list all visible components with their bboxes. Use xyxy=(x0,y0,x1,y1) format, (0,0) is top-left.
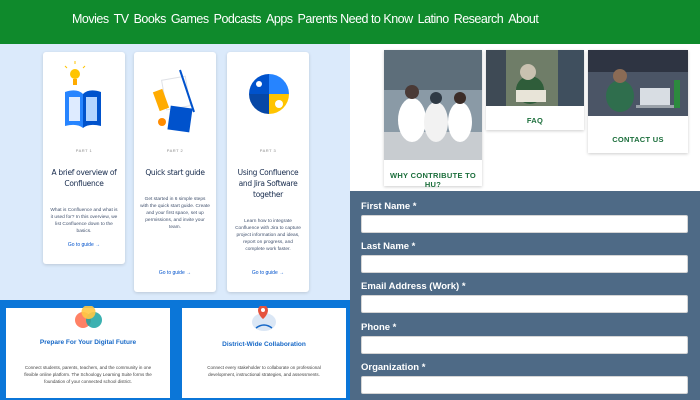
contact-form: First Name * Last Name * Email Address (… xyxy=(350,191,700,400)
faq-label[interactable]: FAQ xyxy=(486,116,584,125)
organization-input[interactable] xyxy=(361,376,688,394)
nav-item-books[interactable]: Books xyxy=(134,12,167,26)
connect-people-icon xyxy=(72,305,106,332)
first-name-field: First Name * xyxy=(361,201,688,233)
email-input[interactable] xyxy=(361,295,688,313)
guide-title: Using Confluence and Jira Software toget… xyxy=(237,168,299,199)
email-label: Email Address (Work) * xyxy=(361,281,466,292)
first-name-input[interactable] xyxy=(361,215,688,233)
nav-item-movies[interactable]: Movies xyxy=(72,12,109,26)
guide-part-label: PART 3 xyxy=(259,148,277,153)
guide-title: Quick start guide xyxy=(145,168,205,177)
nav-item-apps[interactable]: Apps xyxy=(266,12,293,26)
organization-label: Organization * xyxy=(361,362,426,373)
feature-title: Prepare For Your Digital Future xyxy=(39,339,137,346)
last-name-label: Last Name * xyxy=(361,241,416,252)
lab-researchers-photo xyxy=(384,50,482,160)
email-field: Email Address (Work) * xyxy=(361,281,688,313)
hu-links-section: WHY CONTRIBUTE TO HU? FAQ CONTACT US xyxy=(350,44,700,191)
guide-description: Learn how to integrate Confluence with J… xyxy=(235,219,301,252)
map-pin-icon xyxy=(248,305,278,334)
notebook-pen-illustration xyxy=(134,52,216,142)
guide-part-label: PART 1 xyxy=(75,148,93,153)
phone-input[interactable] xyxy=(361,336,688,354)
guide-description: What is Confluence and what is it used f… xyxy=(50,208,118,234)
nav-item-tv[interactable]: TV xyxy=(114,12,129,26)
feature-title: District-Wide Collaboration xyxy=(222,341,306,348)
last-name-input[interactable] xyxy=(361,255,688,273)
features-section: Prepare For Your Digital Future Connect … xyxy=(0,300,350,400)
guides-section: PART 1 A brief overview of Confluence Wh… xyxy=(0,44,350,300)
book-lightbulb-illustration xyxy=(43,52,125,142)
laptop-worker-photo xyxy=(588,50,688,116)
feature-description: Connect students, parents, teachers, and… xyxy=(24,365,152,384)
guide-part-label: PART 2 xyxy=(166,148,184,153)
contact-us-label[interactable]: CONTACT US xyxy=(588,135,688,144)
nav-item-parents-need-to-know[interactable]: Parents Need to Know xyxy=(298,12,414,26)
go-to-guide-link[interactable]: Go to guide → xyxy=(134,270,216,276)
page: Movies TV Books Games Podcasts Apps Pare… xyxy=(0,0,700,400)
guide-card-overview[interactable]: PART 1 A brief overview of Confluence Wh… xyxy=(43,52,125,264)
feature-description: Connect every stakeholder to collaborate… xyxy=(207,365,321,377)
contact-us-tile[interactable]: CONTACT US xyxy=(588,50,688,153)
feature-card-collaboration: District-Wide Collaboration Connect ever… xyxy=(182,305,346,398)
last-name-field: Last Name * xyxy=(361,241,688,273)
guide-card-jira[interactable]: PART 3 Using Confluence and Jira Softwar… xyxy=(227,52,309,292)
faq-tile[interactable]: FAQ xyxy=(486,50,584,130)
nav-item-games[interactable]: Games xyxy=(171,12,209,26)
guide-description: Get started in 6 simple steps with the q… xyxy=(140,197,210,230)
nav-item-latino[interactable]: Latino xyxy=(418,12,450,26)
puzzle-illustration xyxy=(227,52,309,142)
organization-field: Organization * xyxy=(361,362,688,394)
why-contribute-tile[interactable]: WHY CONTRIBUTE TO HU? xyxy=(384,50,482,189)
nav-item-research[interactable]: Research xyxy=(454,12,504,26)
go-to-guide-link[interactable]: Go to guide → xyxy=(43,242,125,248)
library-reader-photo xyxy=(486,50,584,106)
why-contribute-label[interactable]: WHY CONTRIBUTE TO HU? xyxy=(384,171,482,189)
nav-item-podcasts[interactable]: Podcasts xyxy=(214,12,262,26)
guide-card-quick-start[interactable]: PART 2 Quick start guide Get started in … xyxy=(134,52,216,292)
first-name-label: First Name * xyxy=(361,201,417,212)
top-nav: Movies TV Books Games Podcasts Apps Pare… xyxy=(0,0,700,44)
feature-card-digital-future: Prepare For Your Digital Future Connect … xyxy=(6,305,170,398)
guide-title: A brief overview of Confluence xyxy=(51,168,117,188)
phone-label: Phone * xyxy=(361,322,397,333)
phone-field: Phone * xyxy=(361,322,688,354)
nav-item-about[interactable]: About xyxy=(508,12,539,26)
go-to-guide-link[interactable]: Go to guide → xyxy=(227,270,309,276)
